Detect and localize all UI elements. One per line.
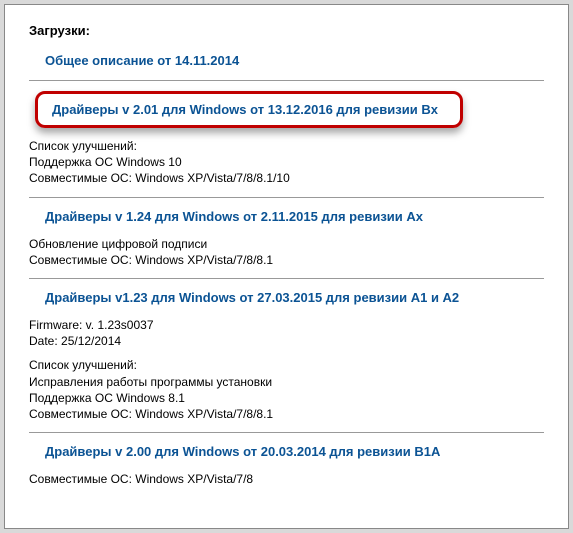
- desc-line: Список улучшений:: [29, 138, 544, 154]
- desc-line: Совместимые ОС: Windows XP/Vista/7/8/8.1…: [29, 170, 544, 186]
- divider: [29, 432, 544, 433]
- download-link-driver-123[interactable]: Драйверы v1.23 для Windows от 27.03.2015…: [45, 290, 459, 305]
- download-item: Драйверы v1.23 для Windows от 27.03.2015…: [45, 289, 544, 307]
- download-link-driver-201[interactable]: Драйверы v 2.01 для Windows от 13.12.201…: [35, 91, 463, 128]
- download-item: Драйверы v 2.01 для Windows от 13.12.201…: [45, 91, 544, 128]
- download-item: Общее описание от 14.11.2014: [45, 52, 544, 70]
- download-description: Firmware: v. 1.23s0037 Date: 25/12/2014 …: [29, 317, 544, 422]
- desc-line: Date: 25/12/2014: [29, 333, 544, 349]
- divider: [29, 197, 544, 198]
- download-description: Совместимые ОС: Windows XP/Vista/7/8: [29, 471, 544, 487]
- download-link-driver-124[interactable]: Драйверы v 1.24 для Windows от 2.11.2015…: [45, 209, 423, 224]
- download-description: Обновление цифровой подписи Совместимые …: [29, 236, 544, 268]
- desc-line: Список улучшений:: [29, 357, 544, 373]
- download-item: Драйверы v 2.00 для Windows от 20.03.201…: [45, 443, 544, 461]
- content-panel: Загрузки: Общее описание от 14.11.2014 Д…: [4, 4, 569, 529]
- spacer: [29, 349, 544, 357]
- desc-line: Поддержка ОС Windows 8.1: [29, 390, 544, 406]
- divider: [29, 80, 544, 81]
- desc-line: Обновление цифровой подписи: [29, 236, 544, 252]
- download-link-overview[interactable]: Общее описание от 14.11.2014: [45, 53, 239, 68]
- download-item: Драйверы v 1.24 для Windows от 2.11.2015…: [45, 208, 544, 226]
- desc-line: Исправления работы программы установки: [29, 374, 544, 390]
- desc-line: Совместимые ОС: Windows XP/Vista/7/8: [29, 471, 544, 487]
- page-title: Загрузки:: [29, 23, 544, 38]
- desc-line: Совместимые ОС: Windows XP/Vista/7/8/8.1: [29, 252, 544, 268]
- desc-line: Поддержка ОС Windows 10: [29, 154, 544, 170]
- window-frame: Загрузки: Общее описание от 14.11.2014 Д…: [0, 0, 573, 533]
- desc-line: Совместимые ОС: Windows XP/Vista/7/8/8.1: [29, 406, 544, 422]
- divider: [29, 278, 544, 279]
- download-description: Список улучшений: Поддержка ОС Windows 1…: [29, 138, 544, 187]
- desc-line: Firmware: v. 1.23s0037: [29, 317, 544, 333]
- download-link-driver-200[interactable]: Драйверы v 2.00 для Windows от 20.03.201…: [45, 444, 440, 459]
